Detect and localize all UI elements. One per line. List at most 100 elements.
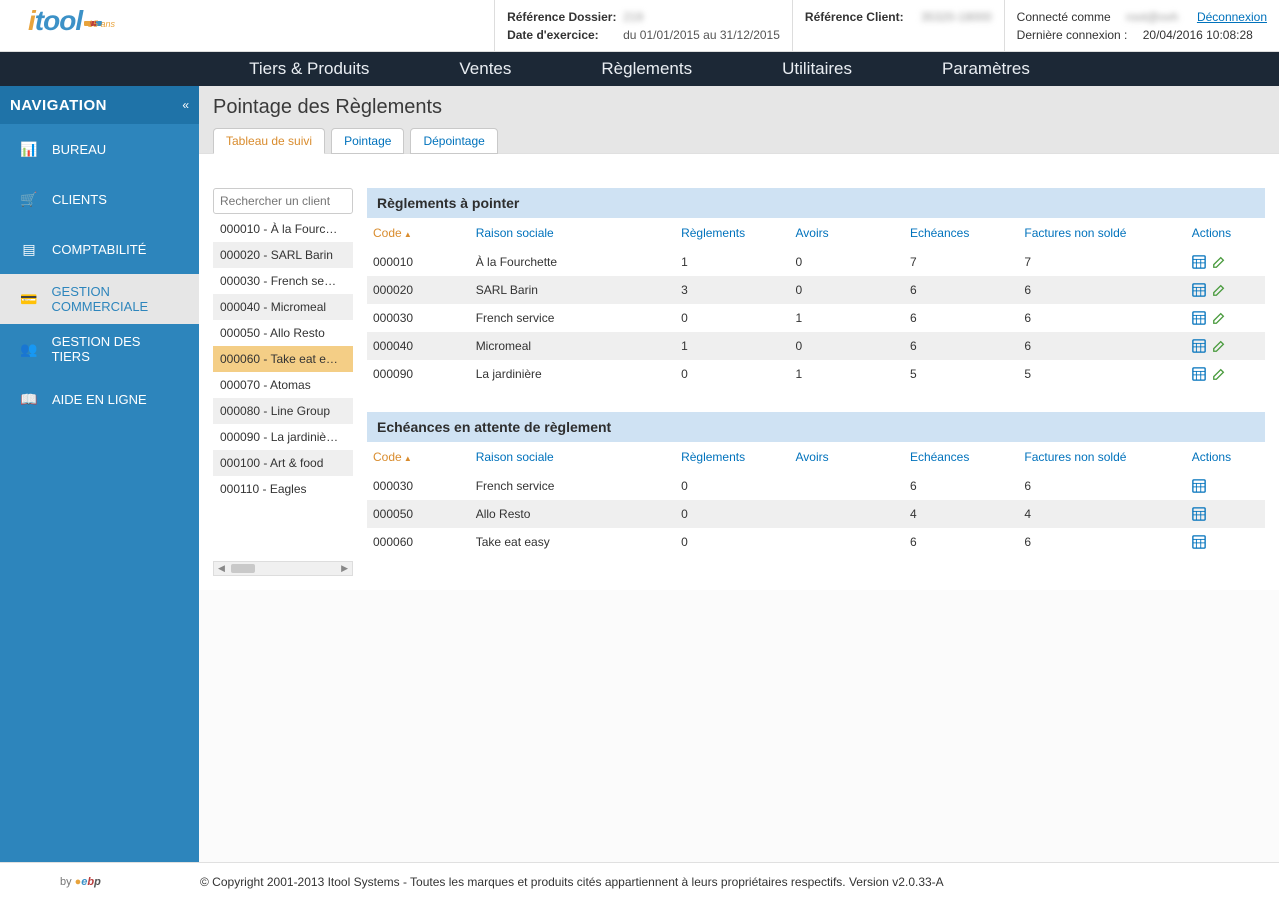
cell-fac: 6: [1018, 528, 1185, 556]
client-item[interactable]: 000020 - SARL Barin: [213, 242, 353, 268]
sidebar-item-4[interactable]: 👥GESTION DES TIERS: [0, 324, 199, 374]
client-item[interactable]: 000090 - La jardiniè…: [213, 424, 353, 450]
client-item[interactable]: 000110 - Eagles: [213, 476, 353, 502]
col-header[interactable]: Avoirs: [790, 442, 904, 472]
scroll-right-icon[interactable]: ▶: [341, 563, 348, 574]
calculator-icon[interactable]: [1192, 367, 1206, 381]
dossier-value: 219: [623, 8, 643, 26]
table-reglements: Règlements à pointer CodeRaison socialeR…: [367, 188, 1265, 388]
client-item[interactable]: 000070 - Atomas: [213, 372, 353, 398]
col-header[interactable]: Actions: [1186, 442, 1265, 472]
cell-fac: 7: [1018, 248, 1185, 276]
sidebar-item-5[interactable]: 📖AIDE EN LIGNE: [0, 374, 199, 424]
client-value: 35320-18000: [921, 8, 992, 26]
cell-code: 000030: [367, 304, 470, 332]
client-item[interactable]: 000100 - Art & food: [213, 450, 353, 476]
nav-utilitaires[interactable]: Utilitaires: [782, 59, 852, 79]
nav-parametres[interactable]: Paramètres: [942, 59, 1030, 79]
cell-fac: 4: [1018, 500, 1185, 528]
col-header[interactable]: Raison sociale: [470, 442, 675, 472]
logout-link[interactable]: Déconnexion: [1197, 8, 1267, 26]
table-row: 000030French service066: [367, 472, 1265, 500]
nav-tiers[interactable]: Tiers & Produits: [249, 59, 369, 79]
tab-0[interactable]: Tableau de suivi: [213, 128, 325, 154]
cell-av: 1: [790, 304, 904, 332]
sidebar-item-label: COMPTABILITÉ: [52, 242, 146, 257]
collapse-icon[interactable]: «: [182, 98, 189, 112]
edit-icon[interactable]: [1212, 339, 1226, 353]
calculator-icon: ▤: [20, 241, 38, 258]
calculator-icon[interactable]: [1192, 339, 1206, 353]
cell-reg: 0: [675, 304, 789, 332]
nav-reglements[interactable]: Règlements: [601, 59, 692, 79]
cell-reg: 0: [675, 500, 789, 528]
sidebar-item-2[interactable]: ▤ COMPTABILITÉ: [0, 224, 199, 274]
search-input[interactable]: [213, 188, 353, 214]
col-header[interactable]: Avoirs: [790, 218, 904, 248]
table2-title: Echéances en attente de règlement: [367, 412, 1265, 442]
col-header[interactable]: Factures non soldé: [1018, 442, 1185, 472]
col-header[interactable]: Règlements: [675, 442, 789, 472]
ebp-logo: by ●ebp: [60, 876, 101, 888]
cell-ech: 5: [904, 360, 1018, 388]
session-block: Connecté comme root@ovh Déconnexion Dern…: [1004, 0, 1279, 51]
scroll-left-icon[interactable]: ◀: [218, 563, 225, 574]
client-list: 000010 - À la Fourc…000020 - SARL Barin0…: [213, 216, 353, 557]
cell-ech: 6: [904, 332, 1018, 360]
cell-name: Micromeal: [470, 332, 675, 360]
col-header[interactable]: Raison sociale: [470, 218, 675, 248]
table-row: 000010À la Fourchette1077: [367, 248, 1265, 276]
table-row: 000030French service0166: [367, 304, 1265, 332]
sidebar: NAVIGATION « 📊BUREAU🛒CLIENTS▤COMPTABILIT…: [0, 86, 199, 862]
client-label: Référence Client:: [805, 8, 915, 26]
cell-av: [790, 528, 904, 556]
col-header[interactable]: Actions: [1186, 218, 1265, 248]
client-item[interactable]: 000060 - Take eat e…: [213, 346, 353, 372]
scroll-thumb[interactable]: [231, 564, 255, 573]
col-header[interactable]: Factures non soldé: [1018, 218, 1185, 248]
cell-name: À la Fourchette: [470, 248, 675, 276]
horizontal-scrollbar[interactable]: ◀ ▶: [213, 561, 353, 576]
dossier-block: Référence Dossier:219 Date d'exercice:du…: [494, 0, 792, 51]
calculator-icon[interactable]: [1192, 479, 1206, 493]
calculator-icon[interactable]: [1192, 311, 1206, 325]
col-header[interactable]: Echéances: [904, 218, 1018, 248]
cell-av: 0: [790, 276, 904, 304]
edit-icon[interactable]: [1212, 367, 1226, 381]
calculator-icon[interactable]: [1192, 255, 1206, 269]
calculator-icon[interactable]: [1192, 535, 1206, 549]
cell-av: 0: [790, 332, 904, 360]
col-header[interactable]: Code: [367, 442, 470, 472]
cell-name: Take eat easy: [470, 528, 675, 556]
connected-label: Connecté comme: [1017, 8, 1111, 26]
nav-ventes[interactable]: Ventes: [459, 59, 511, 79]
col-header[interactable]: Echéances: [904, 442, 1018, 472]
sidebar-item-3[interactable]: 💳GESTION COMMERCIALE: [0, 274, 199, 324]
client-item[interactable]: 000050 - Allo Resto: [213, 320, 353, 346]
edit-icon[interactable]: [1212, 311, 1226, 325]
cell-av: [790, 472, 904, 500]
cell-ech: 6: [904, 304, 1018, 332]
edit-icon[interactable]: [1212, 283, 1226, 297]
client-item[interactable]: 000010 - À la Fourc…: [213, 216, 353, 242]
cell-reg: 0: [675, 472, 789, 500]
calculator-icon[interactable]: [1192, 283, 1206, 297]
sidebar-item-label: GESTION DES TIERS: [52, 334, 179, 364]
edit-icon[interactable]: [1212, 255, 1226, 269]
sidebar-item-0[interactable]: 📊BUREAU: [0, 124, 199, 174]
calculator-icon[interactable]: [1192, 507, 1206, 521]
cell-name: SARL Barin: [470, 276, 675, 304]
cell-reg: 3: [675, 276, 789, 304]
dossier-label: Référence Dossier:: [507, 8, 617, 26]
client-item[interactable]: 000040 - Micromeal: [213, 294, 353, 320]
cell-fac: 6: [1018, 304, 1185, 332]
client-item[interactable]: 000080 - Line Group: [213, 398, 353, 424]
table-echeances: Echéances en attente de règlement CodeRa…: [367, 412, 1265, 556]
client-item[interactable]: 000030 - French se…: [213, 268, 353, 294]
tab-2[interactable]: Dépointage: [410, 128, 497, 154]
col-header[interactable]: Code: [367, 218, 470, 248]
sidebar-item-1[interactable]: 🛒CLIENTS: [0, 174, 199, 224]
col-header[interactable]: Règlements: [675, 218, 789, 248]
tabs: Tableau de suiviPointageDépointage: [213, 128, 1265, 154]
tab-1[interactable]: Pointage: [331, 128, 404, 154]
